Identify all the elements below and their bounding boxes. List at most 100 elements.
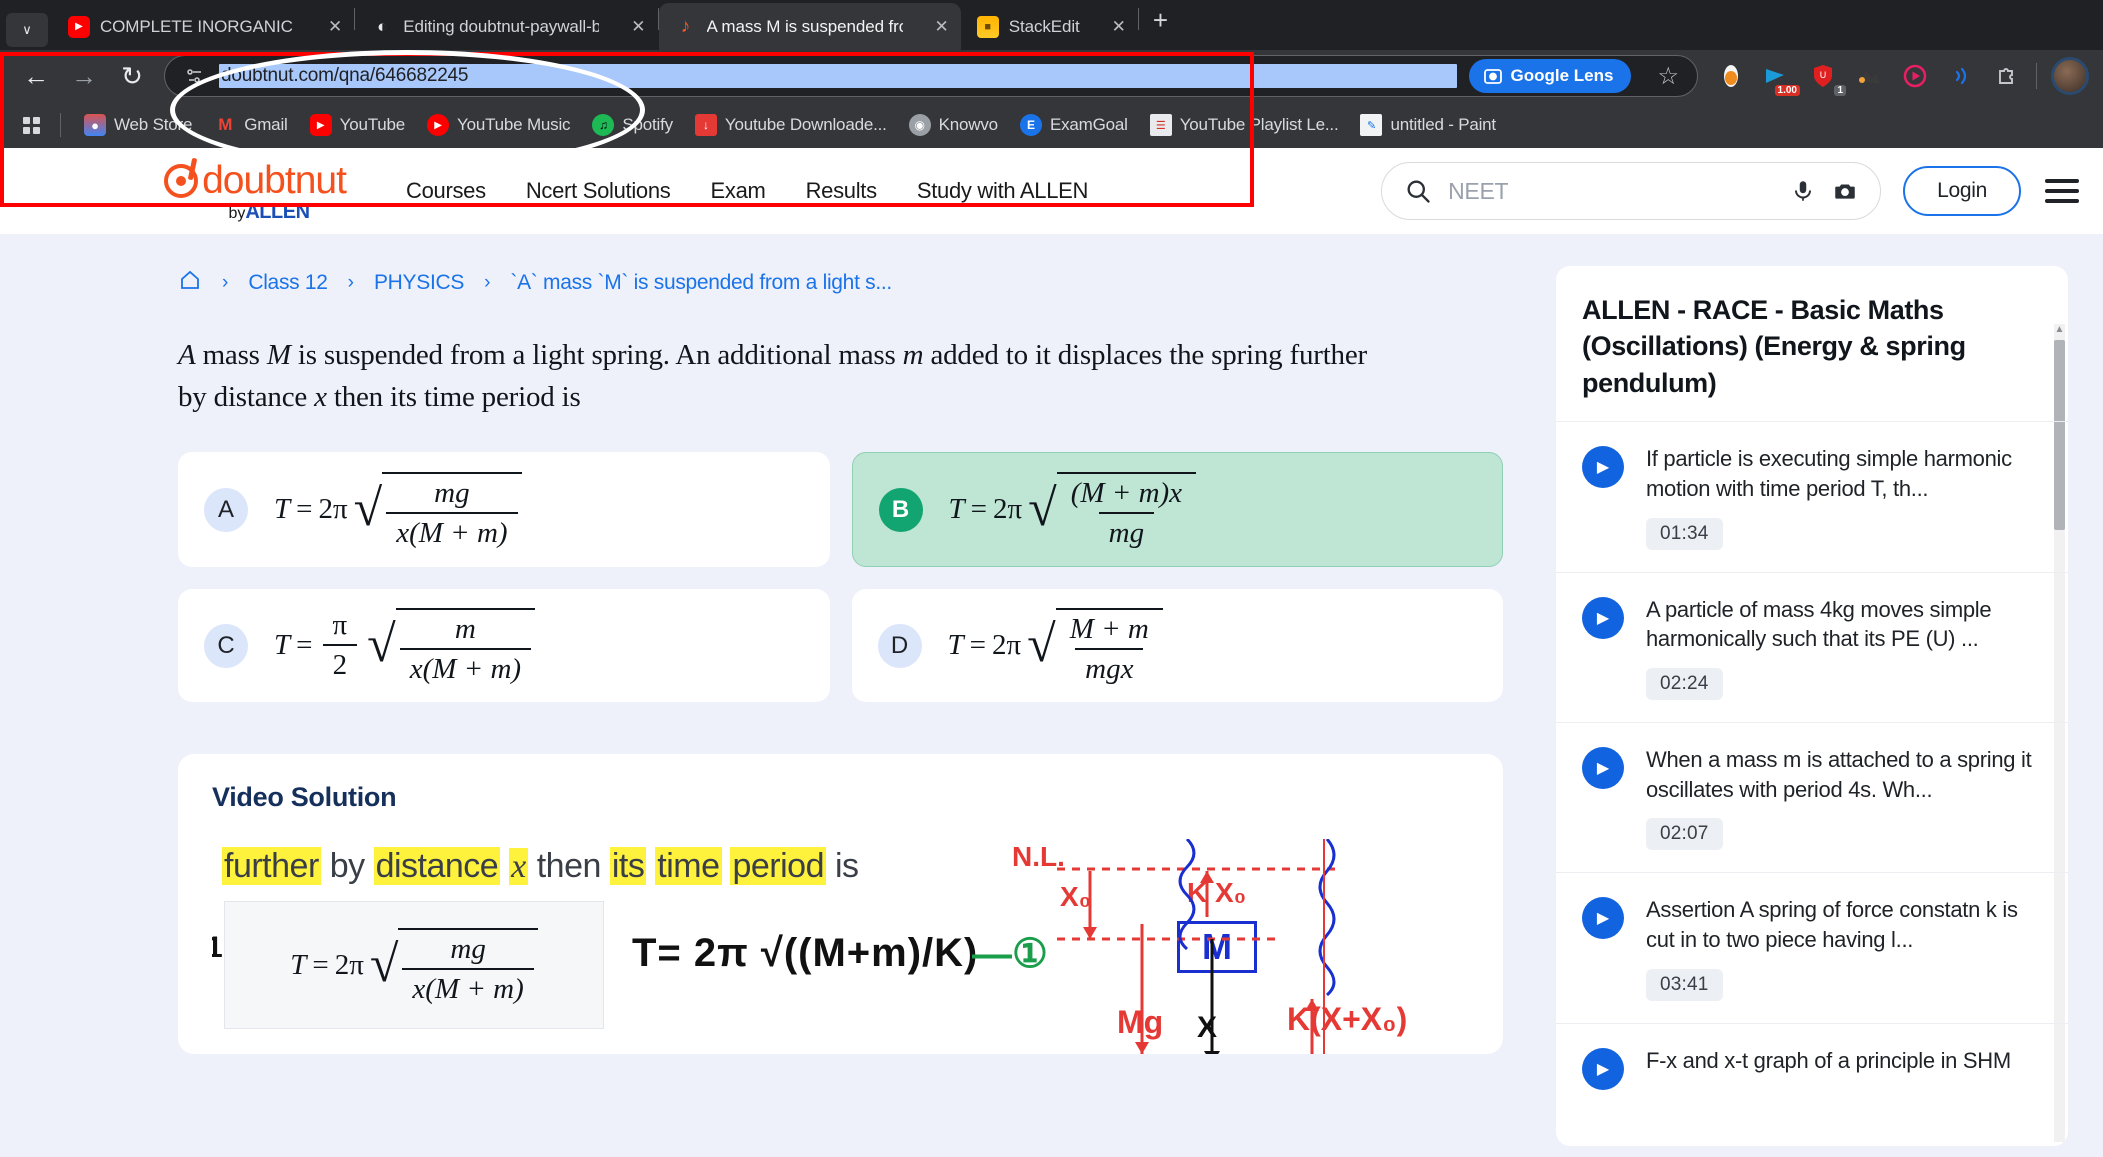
question-text: A mass M is suspended from a light sprin… xyxy=(178,334,1468,418)
list-item[interactable]: ▶ A particle of mass 4kg moves simple ha… xyxy=(1556,571,2068,722)
bookmark-label: YouTube Music xyxy=(457,115,571,134)
dark-reader-icon[interactable] xyxy=(1854,61,1884,91)
paint-icon: ✎ xyxy=(1360,114,1383,136)
play-icon[interactable]: ▶ xyxy=(1582,747,1624,790)
web-page: doubtnut byALLEN Courses Ncert Solutions… xyxy=(0,148,2103,1157)
google-lens-button[interactable]: Google Lens xyxy=(1468,59,1632,93)
question-text-5: then its time period is xyxy=(326,381,581,414)
bookmark-label: Gmail xyxy=(244,115,288,134)
video-downloader-icon[interactable]: 1.00 xyxy=(1762,61,1800,96)
bookmark-spotify[interactable]: ♫ Spotify xyxy=(581,110,684,140)
bookmark-examgoal[interactable]: E ExamGoal xyxy=(1009,110,1139,140)
search-input[interactable]: NEET xyxy=(1381,162,1882,220)
play-icon[interactable]: ▶ xyxy=(1582,1047,1624,1090)
site-settings-icon[interactable] xyxy=(183,64,207,88)
logo-text: doubtnut xyxy=(202,158,347,202)
close-icon[interactable]: ✕ xyxy=(306,17,342,37)
extensions-puzzle-icon[interactable] xyxy=(1992,61,2022,91)
play-icon[interactable]: ▶ xyxy=(1582,596,1624,639)
menu-hamburger-icon[interactable] xyxy=(2043,173,2081,209)
bookmark-label: YouTube Playlist Le... xyxy=(1179,115,1339,134)
examgoal-icon: E xyxy=(1019,114,1042,136)
list-item[interactable]: ▶ If particle is executing simple harmon… xyxy=(1556,421,2068,571)
option-formula: T = π 2 √ m x(M + m) xyxy=(274,605,536,686)
bookmark-label: Web Store xyxy=(114,115,193,134)
question-text-2: is suspended from a light spring. An add… xyxy=(290,339,903,371)
related-videos-card: ALLEN - RACE - Basic Maths (Oscillations… xyxy=(1556,266,2068,1146)
video-duration: 02:07 xyxy=(1646,818,1723,851)
avatar[interactable] xyxy=(2051,57,2089,95)
apps-grid-icon[interactable] xyxy=(14,110,48,140)
browser-tab-0[interactable]: COMPLETE INORGANIC CHEMI ✕ xyxy=(52,3,355,50)
scroll-up-icon[interactable]: ▲ xyxy=(2053,322,2066,338)
fraction-numerator: (M + m)x xyxy=(1070,477,1183,510)
breadcrumb-item-class[interactable]: Class 12 xyxy=(248,271,328,295)
extension-icons: 1.00 U 1 xyxy=(1702,61,2022,96)
address-bar[interactable]: doubtnut.com/qna/646682245 Google Lens ☆ xyxy=(164,55,1698,97)
mic-icon[interactable] xyxy=(1790,178,1816,204)
media-player-icon[interactable] xyxy=(1900,61,1930,91)
close-icon[interactable]: ✕ xyxy=(1090,17,1126,37)
bookmark-youtube[interactable]: ▶ YouTube xyxy=(299,110,416,140)
chevron-right-icon: › xyxy=(222,272,229,293)
nav-item-study-with-allen[interactable]: Study with ALLEN xyxy=(917,178,1089,204)
close-icon[interactable]: ✕ xyxy=(609,17,645,37)
option-b[interactable]: B T = 2π √ (M + m)x mg xyxy=(851,452,1503,568)
close-icon[interactable]: ✕ xyxy=(913,17,949,37)
nav-item-results[interactable]: Results xyxy=(806,178,878,204)
gmail-icon: M xyxy=(218,115,233,134)
back-button[interactable]: ← xyxy=(14,54,58,98)
fraction-denominator: mgx xyxy=(1075,648,1144,686)
browser-toolbar: ← → ↻ doubtnut.com/qna/646682245 Google … xyxy=(0,50,2103,102)
bookmark-star-icon[interactable]: ☆ xyxy=(1647,62,1689,91)
nav-item-ncert-solutions[interactable]: Ncert Solutions xyxy=(526,178,671,204)
cast-audio-icon[interactable] xyxy=(1946,61,1976,91)
breadcrumb-item-question[interactable]: `A` mass `M` is suspended from a light s… xyxy=(510,271,892,295)
ublock-origin-icon[interactable] xyxy=(1716,61,1746,91)
tab-title: Editing doubtnut-paywall-bypa xyxy=(403,16,600,36)
forward-button[interactable]: → xyxy=(62,54,106,98)
reload-button[interactable]: ↻ xyxy=(110,54,154,98)
bookmark-gmail[interactable]: M Gmail xyxy=(203,110,298,140)
playlist-icon: ☰ xyxy=(1149,114,1172,136)
tab-search-button[interactable]: ∨ xyxy=(6,13,48,47)
login-button[interactable]: Login xyxy=(1903,166,2021,216)
bookmark-youtube-downloader[interactable]: ↓ Youtube Downloade... xyxy=(684,110,898,140)
camera-icon[interactable] xyxy=(1832,178,1858,204)
bookmark-web-store[interactable]: ● Web Store xyxy=(73,110,203,140)
breadcrumb-item-subject[interactable]: PHYSICS xyxy=(374,271,464,295)
list-item[interactable]: ▶ F-x and x-t graph of a principle in SH… xyxy=(1556,1022,2068,1112)
url-text[interactable]: doubtnut.com/qna/646682245 xyxy=(219,64,1457,88)
play-icon[interactable]: ▶ xyxy=(1582,446,1624,489)
formula-sqrt: √ (M + m)x mg xyxy=(1028,469,1197,550)
bookmark-paint[interactable]: ✎ untitled - Paint xyxy=(1349,110,1506,140)
answer-options: A T = 2π √ mg x(M + m) B T = 2π √ (M + m… xyxy=(178,452,1503,703)
video-frame[interactable]: further by distance x then its time peri… xyxy=(212,839,1469,1055)
list-item[interactable]: ▶ When a mass m is attached to a spring … xyxy=(1556,722,2068,872)
home-icon[interactable] xyxy=(178,268,202,298)
option-a[interactable]: A T = 2π √ mg x(M + m) xyxy=(178,452,830,568)
browser-tab-2[interactable]: ♪ A mass M is suspended from a ✕ xyxy=(658,3,961,50)
formula-fraction: (M + m)x mg xyxy=(1056,472,1197,550)
extension-badge: 1 xyxy=(1834,85,1846,96)
play-icon[interactable]: ▶ xyxy=(1582,897,1624,940)
site-logo[interactable]: doubtnut byALLEN xyxy=(160,159,350,224)
browser-tab-1[interactable]: ◐ Editing doubtnut-paywall-bypa ✕ xyxy=(355,3,658,50)
nav-item-exam[interactable]: Exam xyxy=(711,178,766,204)
bookmark-knowvo[interactable]: ◉ Knowvo xyxy=(898,110,1009,140)
shield-extension-icon[interactable]: U 1 xyxy=(1808,61,1846,96)
browser-tab-3[interactable]: ■ StackEdit ✕ xyxy=(960,3,1138,50)
list-item[interactable]: ▶ Assertion A spring of force constatn k… xyxy=(1556,872,2068,1022)
bookmark-youtube-playlist[interactable]: ☰ YouTube Playlist Le... xyxy=(1139,110,1350,140)
formula-fraction: M + m mgx xyxy=(1055,608,1163,686)
option-d[interactable]: D T = 2π √ M + m mgx xyxy=(851,589,1503,703)
tab-title: StackEdit xyxy=(1008,16,1080,36)
formula-fraction: m x(M + m) xyxy=(395,608,536,686)
new-tab-button[interactable]: + xyxy=(1139,5,1182,46)
youtube-icon: ▶ xyxy=(309,114,332,136)
nav-item-courses[interactable]: Courses xyxy=(406,178,486,204)
radical-icon: √ xyxy=(353,480,383,538)
question-var-x: x xyxy=(314,381,327,414)
option-c[interactable]: C T = π 2 √ m x(M + m) xyxy=(178,589,830,703)
bookmark-youtube-music[interactable]: ▶ YouTube Music xyxy=(416,110,581,140)
